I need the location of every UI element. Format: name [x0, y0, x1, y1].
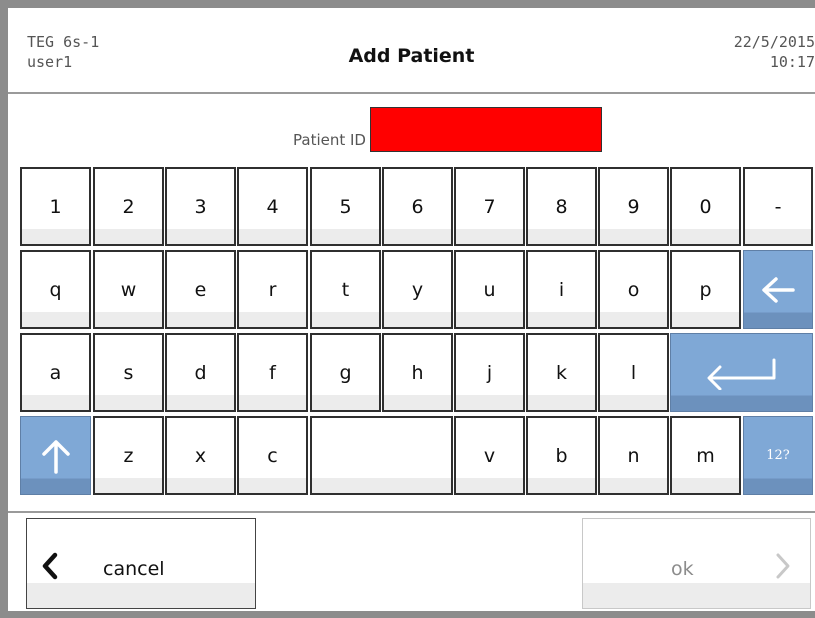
key-f[interactable]: f	[237, 333, 308, 412]
key-s[interactable]: s	[93, 333, 164, 412]
key-label: j	[486, 361, 493, 384]
key-label: k	[555, 361, 567, 384]
header-divider	[8, 92, 815, 94]
key-p[interactable]: p	[670, 250, 741, 329]
key-a[interactable]: a	[20, 333, 91, 412]
cancel-label: cancel	[103, 558, 165, 580]
key-0[interactable]: 0	[670, 167, 741, 246]
key-2[interactable]: 2	[93, 167, 164, 246]
cancel-button[interactable]: cancel	[26, 518, 256, 609]
key-label: w	[120, 278, 137, 301]
key-x[interactable]: x	[165, 416, 236, 495]
key-label: f	[269, 361, 276, 384]
key-hyphen[interactable]: -	[743, 167, 813, 246]
ok-label: ok	[671, 558, 694, 580]
key-label: 5	[339, 195, 352, 218]
key-label: o	[627, 278, 640, 301]
screen: TEG 6s-1 user1 Add Patient 22/5/2015 10:…	[8, 8, 815, 611]
key-7[interactable]: 7	[454, 167, 525, 246]
key-label: q	[49, 278, 62, 301]
key-label: y	[411, 278, 424, 301]
shift-key[interactable]	[20, 416, 91, 495]
backspace-key[interactable]	[743, 250, 813, 329]
key-label: r	[268, 278, 277, 301]
key-j[interactable]: j	[454, 333, 525, 412]
key-label: 9	[627, 195, 640, 218]
key-z[interactable]: z	[93, 416, 164, 495]
key-label: -	[774, 195, 782, 218]
key-label: a	[49, 361, 62, 384]
key-label: t	[341, 278, 350, 301]
key-label: z	[123, 444, 134, 467]
key-l[interactable]: l	[598, 333, 669, 412]
key-label: n	[627, 444, 640, 467]
key-label: p	[699, 278, 712, 301]
key-label: v	[483, 444, 496, 467]
key-label: c	[267, 444, 278, 467]
key-label: l	[630, 361, 637, 384]
key-label: d	[194, 361, 207, 384]
patient-id-label: Patient ID	[293, 131, 366, 149]
chevron-right-icon	[776, 553, 790, 579]
key-4[interactable]: 4	[237, 167, 308, 246]
header-time: 10:17	[769, 53, 815, 71]
key-n[interactable]: n	[598, 416, 669, 495]
key-d[interactable]: d	[165, 333, 236, 412]
patient-id-input[interactable]	[370, 107, 602, 152]
key-r[interactable]: r	[237, 250, 308, 329]
enter-key[interactable]	[670, 333, 813, 412]
key-label: s	[123, 361, 134, 384]
key-label: 3	[194, 195, 207, 218]
key-y[interactable]: y	[382, 250, 453, 329]
symbols-key[interactable]: 12?	[743, 416, 813, 495]
key-label: 4	[266, 195, 279, 218]
key-h[interactable]: h	[382, 333, 453, 412]
key-5[interactable]: 5	[310, 167, 381, 246]
arrow-left-icon	[762, 276, 795, 303]
key-6[interactable]: 6	[382, 167, 453, 246]
key-w[interactable]: w	[93, 250, 164, 329]
footer-divider	[8, 511, 815, 513]
enter-icon	[707, 358, 775, 390]
key-u[interactable]: u	[454, 250, 525, 329]
header-date: 22/5/2015	[733, 33, 815, 51]
key-o[interactable]: o	[598, 250, 669, 329]
arrow-up-icon	[41, 439, 70, 474]
key-label: b	[555, 444, 568, 467]
key-label: i	[558, 278, 565, 301]
key-label: e	[194, 278, 207, 301]
key-b[interactable]: b	[526, 416, 597, 495]
key-v[interactable]: v	[454, 416, 525, 495]
key-9[interactable]: 9	[598, 167, 669, 246]
key-label: 7	[483, 195, 496, 218]
symbols-key-label: 12?	[766, 448, 790, 463]
key-3[interactable]: 3	[165, 167, 236, 246]
key-label: 6	[411, 195, 424, 218]
space-key[interactable]	[310, 416, 453, 495]
key-label: x	[194, 444, 207, 467]
ok-button[interactable]: ok	[582, 518, 811, 609]
key-c[interactable]: c	[237, 416, 308, 495]
key-m[interactable]: m	[670, 416, 741, 495]
key-label: h	[411, 361, 424, 384]
key-label: 1	[49, 195, 62, 218]
key-label: g	[339, 361, 352, 384]
key-t[interactable]: t	[310, 250, 381, 329]
key-label: m	[696, 444, 715, 467]
key-label: 8	[555, 195, 568, 218]
key-label: 2	[122, 195, 135, 218]
key-k[interactable]: k	[526, 333, 597, 412]
chevron-left-icon	[42, 552, 58, 580]
key-q[interactable]: q	[20, 250, 91, 329]
key-label: 0	[699, 195, 712, 218]
key-1[interactable]: 1	[20, 167, 91, 246]
page-title: Add Patient	[348, 45, 475, 67]
header-bar: TEG 6s-1 user1 Add Patient 22/5/2015 10:…	[8, 8, 815, 92]
key-label: u	[483, 278, 496, 301]
key-g[interactable]: g	[310, 333, 381, 412]
key-e[interactable]: e	[165, 250, 236, 329]
key-8[interactable]: 8	[526, 167, 597, 246]
key-i[interactable]: i	[526, 250, 597, 329]
